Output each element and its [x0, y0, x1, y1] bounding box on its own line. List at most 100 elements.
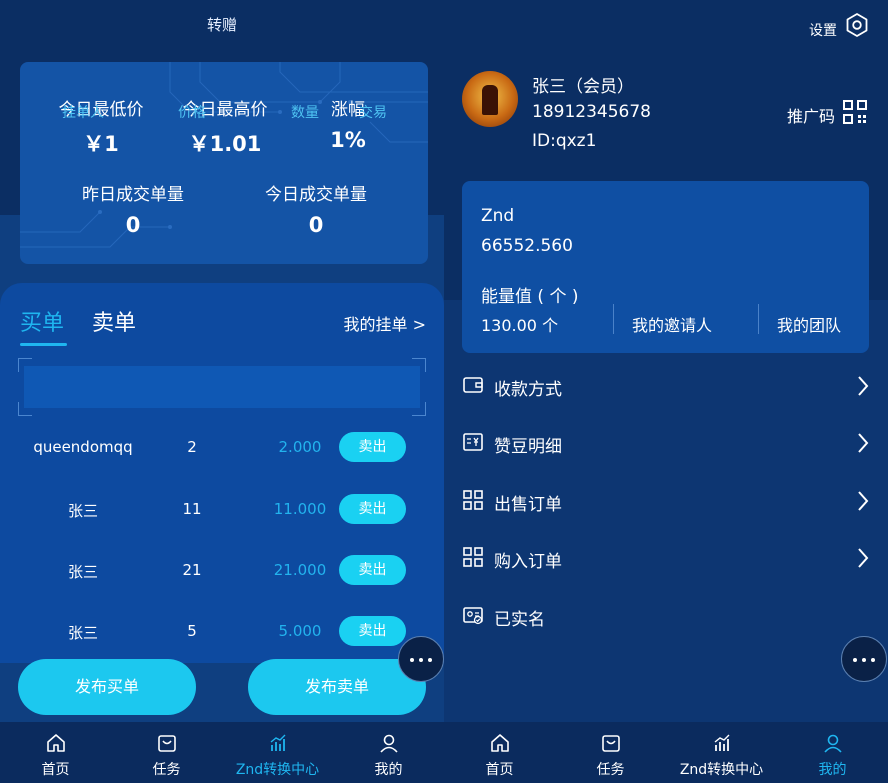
today-high-value: ￥1.01	[188, 132, 262, 156]
user-icon	[824, 734, 842, 753]
energy-label: 能量值 ( 个 )	[481, 287, 579, 307]
nav-task[interactable]: 任务	[555, 722, 666, 783]
asset-name: Znd	[481, 206, 515, 226]
menu-verified[interactable]: 已实名	[462, 596, 872, 636]
user-phone: 18912345678	[532, 102, 651, 122]
nav-home[interactable]: 首页	[0, 722, 111, 783]
user-id: ID:qxz1	[532, 131, 597, 151]
my-orders-link[interactable]: 我的挂单 >	[344, 311, 427, 335]
nav-znd-center[interactable]: Znd转换中心	[222, 722, 333, 783]
more-options-button[interactable]	[841, 636, 887, 682]
dot	[428, 658, 432, 662]
bottom-nav: 首页 任务 Znd转换中心 我的	[444, 722, 888, 783]
corner-decoration	[18, 402, 32, 416]
task-icon	[602, 735, 620, 752]
nav-mine[interactable]: 我的	[777, 722, 888, 783]
price-stats-card: 今日最低价 ￥1 今日最高价 ￥1.01 涨幅 1% 昨日成交单量 0 今日成交…	[20, 62, 428, 264]
column-header-user: 挂单人	[62, 105, 104, 121]
nav-label: 任务	[152, 762, 181, 778]
row-qty: 11.000	[273, 500, 327, 518]
qr-code-icon[interactable]	[842, 99, 868, 125]
bill-icon	[463, 433, 483, 451]
row-price: 5	[187, 622, 197, 640]
user-icon	[380, 734, 398, 753]
corner-decoration	[18, 358, 32, 372]
nav-label: 任务	[596, 762, 625, 778]
corner-decoration	[412, 358, 426, 372]
avatar-figure	[482, 85, 498, 115]
yesterday-volume-value: 0	[125, 213, 141, 237]
tab-sell-orders[interactable]: 卖单	[92, 305, 136, 337]
menu-buy-orders[interactable]: 购入订单	[462, 538, 872, 578]
chart-icon	[270, 734, 286, 751]
menu-label: 已实名	[494, 610, 545, 630]
transfer-screen: 转赠 今日最低价 ￥1 今日最高价 ￥1.01 涨幅 1% 昨日成交单量 0 今…	[0, 0, 444, 783]
table-header-background	[24, 366, 420, 408]
nav-mine[interactable]: 我的	[333, 722, 444, 783]
tab-buy-orders[interactable]: 买单	[20, 305, 64, 337]
sell-button[interactable]: 卖出	[339, 494, 406, 524]
bottom-nav: 首页 任务 Znd转换中心 我的	[0, 722, 444, 783]
gear-icon[interactable]	[844, 12, 870, 38]
nav-label: Znd转换中心	[679, 762, 764, 778]
chevron-right-icon	[858, 548, 869, 568]
home-icon	[47, 734, 65, 752]
asset-card: Znd 66552.560 能量值 ( 个 ) 130.00 个 我的邀请人 我…	[462, 181, 869, 353]
sell-button[interactable]: 卖出	[339, 555, 406, 585]
task-icon	[158, 735, 176, 752]
menu-sell-orders[interactable]: 出售订单	[462, 481, 872, 521]
more-options-button[interactable]	[398, 636, 444, 682]
my-team-link[interactable]: 我的团队	[777, 312, 841, 336]
today-volume-label: 今日成交单量	[265, 185, 367, 205]
nav-label: 首页	[41, 762, 70, 778]
menu-payment-methods[interactable]: 收款方式	[462, 366, 872, 406]
nav-label: 我的	[818, 762, 847, 778]
avatar[interactable]	[462, 71, 518, 127]
dot	[862, 658, 866, 662]
page-title: 转赠	[206, 16, 237, 34]
yesterday-volume-stat: 昨日成交单量 0	[68, 180, 198, 237]
chevron-right-icon	[858, 433, 869, 453]
yesterday-volume-label: 昨日成交单量	[82, 185, 184, 205]
order-market: 买单 卖单 我的挂单 >	[0, 283, 444, 663]
my-inviter-link[interactable]: 我的邀请人	[632, 312, 712, 336]
today-volume-stat: 今日成交单量 0	[251, 180, 381, 237]
column-header-trade: 交易	[359, 105, 387, 121]
row-user: 张三	[67, 502, 98, 520]
user-name: 张三（会员）	[532, 77, 634, 97]
chevron-right-icon	[858, 491, 869, 511]
id-card-icon	[463, 607, 483, 625]
sell-button[interactable]: 卖出	[339, 616, 406, 646]
column-header-price: 价格	[178, 105, 206, 121]
wallet-icon	[463, 377, 483, 393]
row-price: 2	[187, 438, 197, 456]
settings-label[interactable]: 设置	[809, 20, 837, 40]
nav-label: 我的	[374, 762, 403, 778]
divider	[758, 304, 759, 334]
sell-button[interactable]: 卖出	[339, 432, 406, 462]
menu-label: 购入订单	[494, 552, 562, 572]
table-header	[18, 358, 426, 416]
dot	[871, 658, 875, 662]
dot	[853, 658, 857, 662]
grid-icon	[463, 490, 483, 510]
nav-label: 首页	[485, 762, 514, 778]
row-qty: 21.000	[273, 561, 327, 579]
grid-icon	[463, 547, 483, 567]
today-volume-value: 0	[308, 213, 324, 237]
column-header-qty: 数量	[291, 105, 319, 121]
home-icon	[491, 734, 509, 752]
nav-znd-center[interactable]: Znd转换中心	[666, 722, 777, 783]
menu-bean-details[interactable]: 赞豆明细	[462, 423, 872, 463]
change-value: 1%	[330, 128, 366, 152]
promo-code-label[interactable]: 推广码	[787, 103, 835, 127]
row-price: 21	[182, 561, 202, 579]
nav-home[interactable]: 首页	[444, 722, 555, 783]
row-price: 11	[182, 500, 202, 518]
menu-label: 赞豆明细	[494, 437, 562, 457]
profile-screen: 设置 张三（会员） 18912345678 ID:qxz1 推广码 Znd 66…	[444, 0, 888, 783]
dot	[419, 658, 423, 662]
nav-task[interactable]: 任务	[111, 722, 222, 783]
publish-buy-button[interactable]: 发布买单	[18, 659, 196, 715]
active-tab-indicator	[20, 343, 67, 346]
